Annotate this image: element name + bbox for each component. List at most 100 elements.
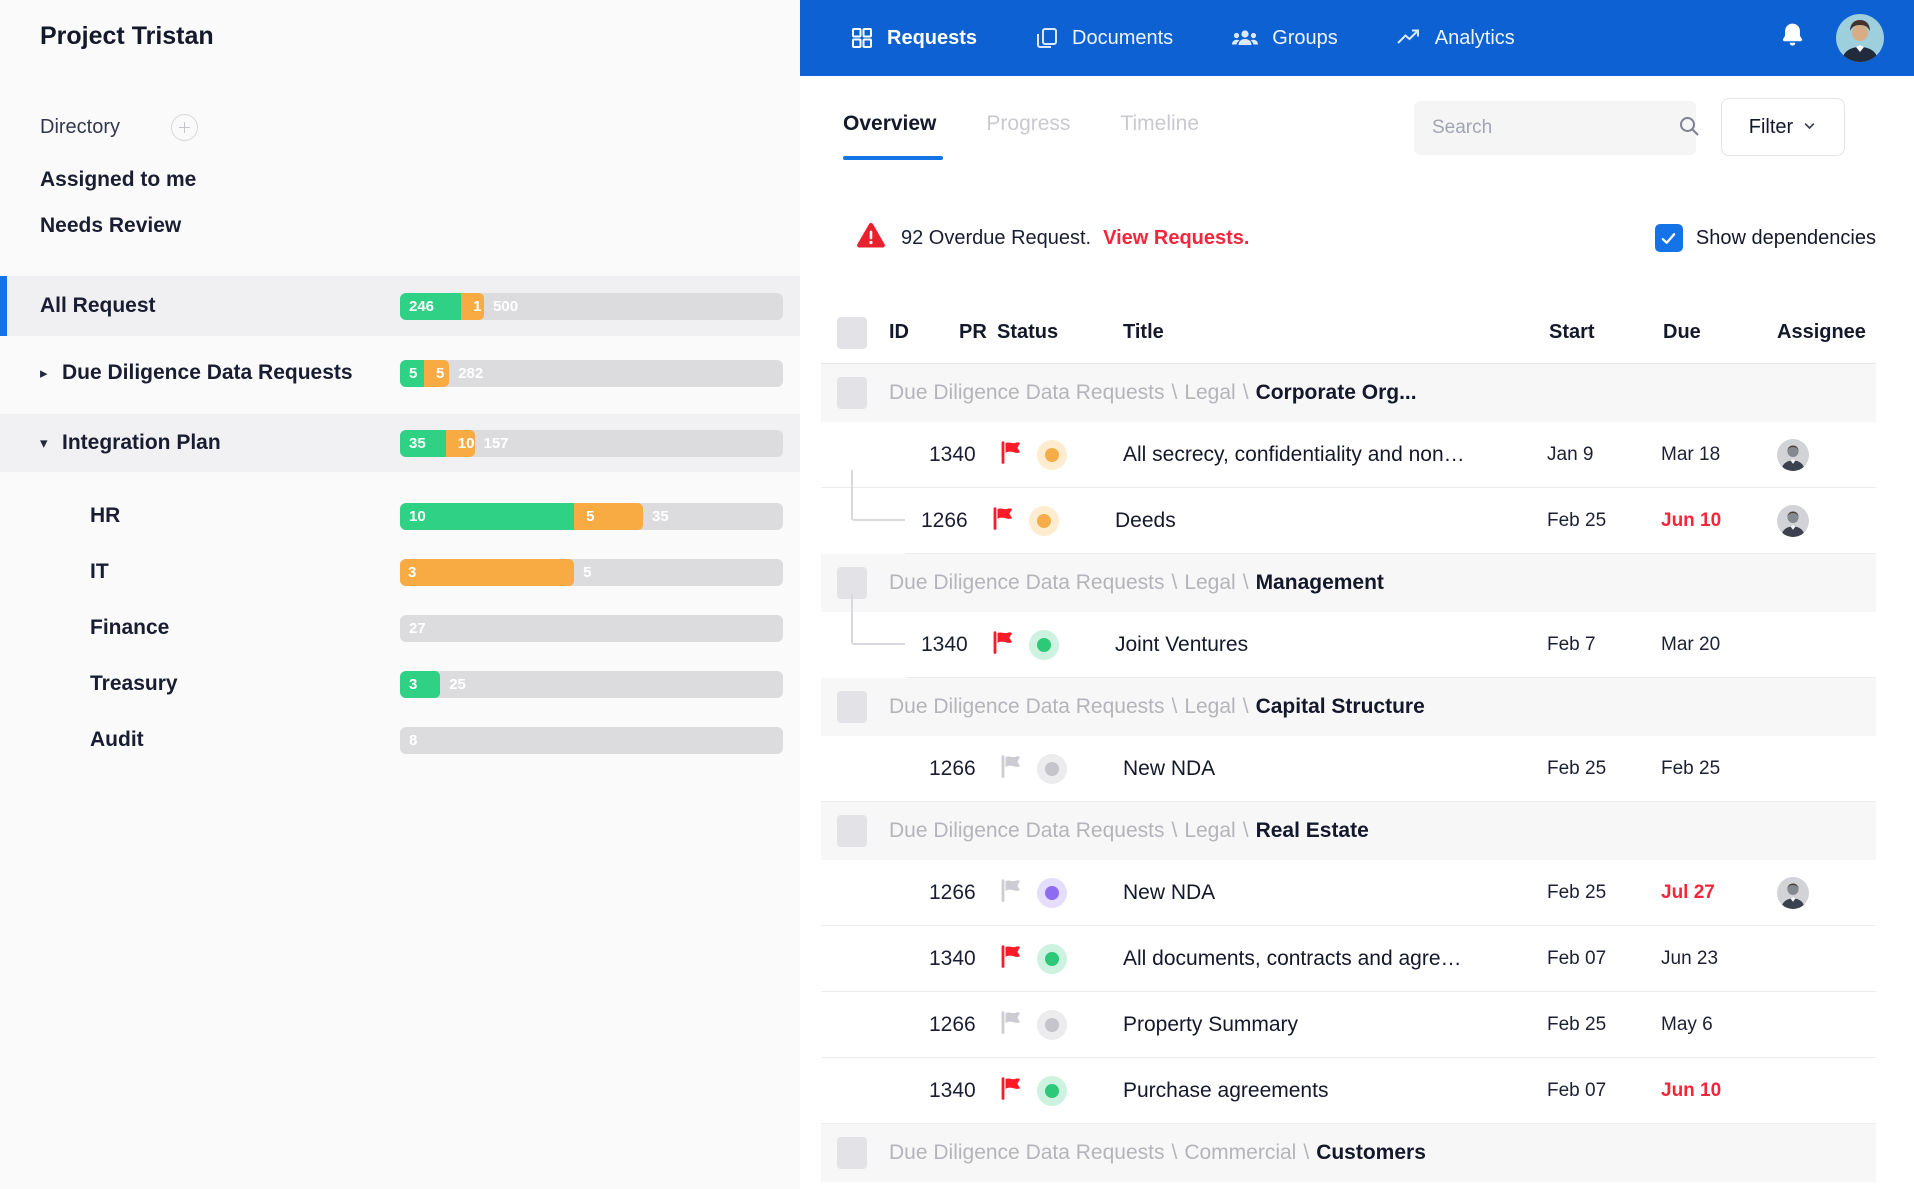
due-date: Mar 18 xyxy=(1653,444,1777,466)
active-tab-underline xyxy=(843,156,943,160)
select-all-checkbox[interactable] xyxy=(837,317,867,349)
group-breadcrumb: Due Diligence Data Requests\Commercial\C… xyxy=(889,1141,1876,1165)
group-row-corporate-org-[interactable]: Due Diligence Data Requests\Legal\Corpor… xyxy=(821,364,1876,422)
sidebar-item-all-request[interactable]: All Request2461500 xyxy=(0,276,800,336)
directory-row: Directory xyxy=(40,114,198,141)
notifications-bell-icon[interactable] xyxy=(1779,21,1806,56)
top-navigation: Requests Documents Groups Analytics xyxy=(800,0,1914,76)
breadcrumb-separator: \ xyxy=(1296,1141,1316,1164)
nav-item-groups[interactable]: Groups xyxy=(1231,26,1338,50)
sidebar-item-treasury[interactable]: Treasury325 xyxy=(0,656,800,712)
row-checkbox[interactable] xyxy=(837,691,867,723)
due-date: Jun 23 xyxy=(1653,948,1777,970)
task-row-1266-new-nda[interactable]: 1266New NDAFeb 25Feb 25 xyxy=(821,736,1876,802)
row-checkbox[interactable] xyxy=(837,1137,867,1169)
priority-flag-icon-gray xyxy=(999,877,1037,908)
assignee-cell xyxy=(1777,439,1876,471)
progress-segment-count: 25 xyxy=(449,676,466,693)
priority-flag-icon-red xyxy=(991,505,1029,536)
group-row-customers[interactable]: Due Diligence Data Requests\Commercial\C… xyxy=(821,1124,1876,1182)
start-date: Feb 25 xyxy=(1539,758,1653,780)
progress-segment-gray: 35 xyxy=(643,503,779,530)
caret-down-icon[interactable]: ▾ xyxy=(40,434,54,452)
add-directory-icon[interactable] xyxy=(171,114,198,141)
assignee-avatar[interactable] xyxy=(1777,505,1809,537)
user-avatar[interactable] xyxy=(1836,14,1884,62)
progress-segment-orange: 10 xyxy=(446,430,475,457)
task-row-1266-deeds[interactable]: 1266DeedsFeb 25Jun 10 xyxy=(905,488,1876,554)
progress-segment-count: 3 xyxy=(408,564,416,581)
row-checkbox[interactable] xyxy=(837,815,867,847)
search-input[interactable] xyxy=(1432,117,1677,139)
task-row-1266-new-nda[interactable]: 1266New NDAFeb 25Jul 27 xyxy=(821,860,1876,926)
sidebar-item-hr[interactable]: HR10535 xyxy=(0,488,800,544)
groups-icon xyxy=(1231,26,1259,50)
group-name: Management xyxy=(1256,571,1384,594)
progress-bar: 35 10157 xyxy=(400,430,783,457)
progress-segment-count: 27 xyxy=(409,620,426,637)
group-breadcrumb: Due Diligence Data Requests\Legal\Real E… xyxy=(889,819,1876,843)
task-id: 1266 xyxy=(929,1013,999,1037)
sidebar-item-it[interactable]: IT35 xyxy=(0,544,800,600)
progress-segment-green: 246 xyxy=(400,293,465,320)
task-title: All secrecy, confidentiality and non… xyxy=(1097,443,1539,467)
assignee-cell xyxy=(1777,877,1876,909)
progress-segment-gray: 157 xyxy=(475,430,779,457)
start-date: Feb 25 xyxy=(1539,882,1653,904)
task-title: Purchase agreements xyxy=(1097,1079,1539,1103)
due-date: May 6 xyxy=(1653,1014,1777,1036)
task-row-1340-all-secrecy-confidential[interactable]: 1340 All secrecy, confidentiality and non… xyxy=(821,422,1876,488)
sidebar-item-label: Integration Plan xyxy=(62,431,221,455)
start-date: Jan 9 xyxy=(1539,444,1653,466)
task-row-1340-purchase-agreements[interactable]: 1340Purchase agreementsFeb 07Jun 10 xyxy=(821,1058,1876,1124)
sidebar-item-needs-review[interactable]: Needs Review xyxy=(40,214,181,238)
tab-timeline[interactable]: Timeline xyxy=(1120,112,1199,160)
task-id: 1340 xyxy=(929,947,999,971)
group-row-management[interactable]: Due Diligence Data Requests\Legal\Manage… xyxy=(821,554,1876,612)
group-name: Customers xyxy=(1316,1141,1426,1164)
progress-segment-count: 5 xyxy=(436,365,444,382)
progress-segment-count: 10 xyxy=(458,435,475,452)
nav-item-analytics[interactable]: Analytics xyxy=(1396,26,1515,50)
breadcrumb-separator: \ xyxy=(1164,571,1184,594)
filter-button[interactable]: Filter xyxy=(1721,98,1845,156)
caret-right-icon[interactable]: ▸ xyxy=(40,364,54,382)
progress-segment-green: 35 xyxy=(400,430,450,457)
task-row-1340-all-documents-contracts-[interactable]: 1340All documents, contracts and agre…Fe… xyxy=(821,926,1876,992)
sidebar-item-assigned-to-me[interactable]: Assigned to me xyxy=(40,168,196,192)
tab-overview[interactable]: Overview xyxy=(843,112,936,160)
progress-segment-count: 35 xyxy=(652,508,669,525)
progress-bar: 35 xyxy=(400,559,783,586)
sidebar-item-integration-plan[interactable]: ▾ Integration Plan 35 10157 xyxy=(0,414,800,472)
task-row-1340-joint-ventures[interactable]: 1340Joint VenturesFeb 7Mar 20 xyxy=(905,612,1876,678)
nav-item-documents[interactable]: Documents xyxy=(1035,26,1173,50)
sidebar-item-audit[interactable]: Audit8 xyxy=(0,712,800,768)
col-header-start: Start xyxy=(1539,321,1653,344)
tab-progress[interactable]: Progress xyxy=(986,112,1070,160)
assignee-avatar[interactable] xyxy=(1777,877,1809,909)
nav-item-requests[interactable]: Requests xyxy=(850,26,977,50)
sidebar-item-due-diligence-data-requests[interactable]: ▸Due Diligence Data Requests55282 xyxy=(0,344,800,402)
dependencies-checkbox[interactable] xyxy=(1655,224,1683,252)
assignee-avatar[interactable] xyxy=(1777,439,1809,471)
task-row-1266-property-summary[interactable]: 1266Property SummaryFeb 25May 6 xyxy=(821,992,1876,1058)
group-row-capital-structure[interactable]: Due Diligence Data Requests\Legal\Capita… xyxy=(821,678,1876,736)
search-icon[interactable] xyxy=(1677,114,1701,143)
col-header-assignee: Assignee xyxy=(1777,321,1876,344)
progress-segment-orange: 5 xyxy=(574,503,643,530)
group-row-real-estate[interactable]: Due Diligence Data Requests\Legal\Real E… xyxy=(821,802,1876,860)
dependency-connector-line xyxy=(851,594,905,645)
priority-flag-icon-red xyxy=(999,1075,1037,1106)
progress-segment-count: 5 xyxy=(586,508,594,525)
analytics-icon xyxy=(1396,26,1422,50)
progress-segment-count: 5 xyxy=(583,564,591,581)
row-checkbox[interactable] xyxy=(837,377,867,409)
task-id: 1266 xyxy=(929,881,999,905)
sidebar-item-label: Finance xyxy=(90,616,169,640)
progress-segment-count: 1 xyxy=(473,298,481,315)
progress-segment-count: 500 xyxy=(493,298,518,315)
sidebar-item-finance[interactable]: Finance 27 xyxy=(0,600,800,656)
sidebar-item-label: Audit xyxy=(90,728,144,752)
task-id: 1340 xyxy=(929,443,999,467)
view-requests-link[interactable]: View Requests. xyxy=(1103,227,1249,250)
